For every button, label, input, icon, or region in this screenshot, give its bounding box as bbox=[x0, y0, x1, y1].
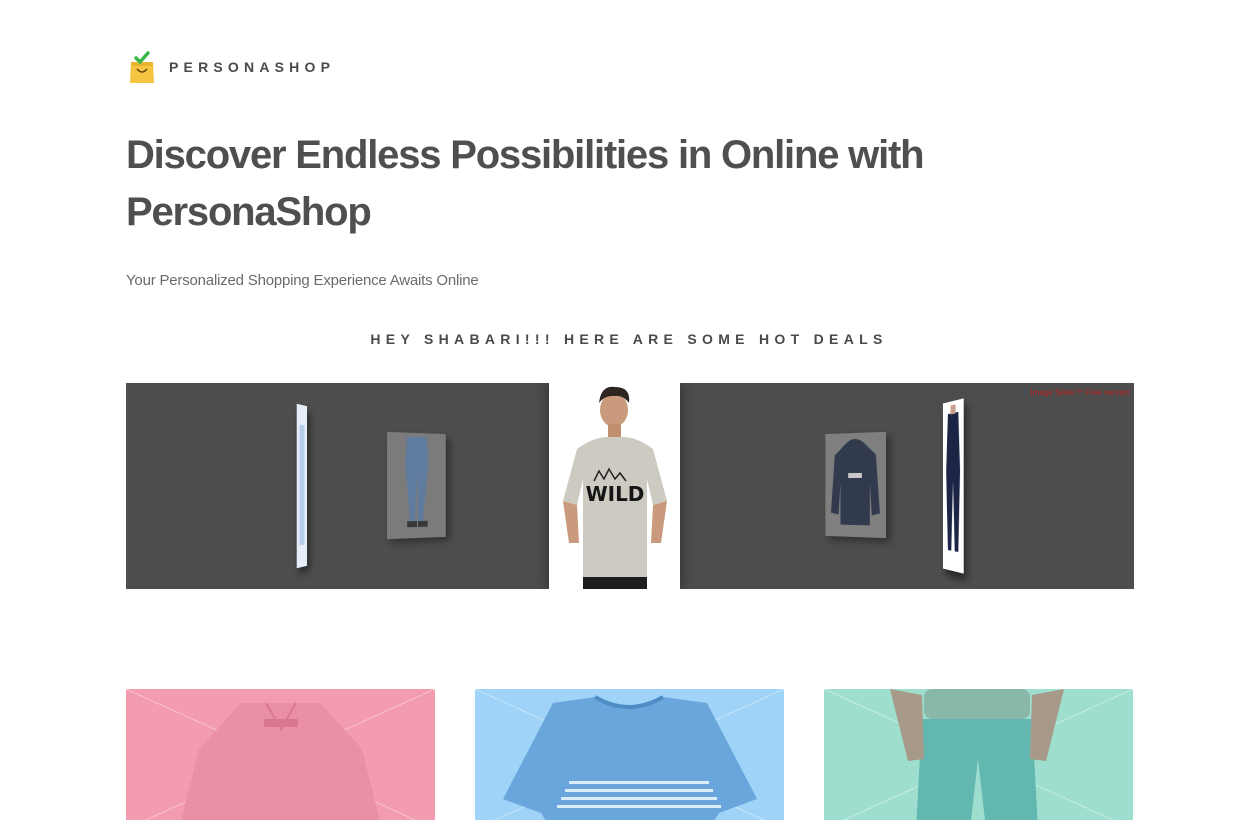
shopping-bag-check-icon bbox=[128, 50, 156, 84]
product-card-teal-jeans[interactable] bbox=[824, 689, 1133, 820]
blue-tshirt-image bbox=[475, 689, 784, 820]
page-subtitle: Your Personalized Shopping Experience Aw… bbox=[126, 272, 479, 289]
pink-shirt-image bbox=[126, 689, 435, 820]
tshirt-graphic-text: WILD bbox=[586, 482, 645, 506]
slide-blue-jeans[interactable] bbox=[387, 431, 446, 540]
deals-heading: HEY SHABARI!!! HERE ARE SOME HOT DEALS bbox=[370, 331, 888, 347]
jeans-image bbox=[387, 431, 446, 540]
page-title: Discover Endless Possibilities in Online… bbox=[126, 133, 925, 234]
outfit-image bbox=[942, 398, 964, 574]
shirt-image bbox=[296, 403, 308, 569]
slide-navy-outfit[interactable] bbox=[942, 398, 964, 574]
brand-logo[interactable]: PERSONASHOP bbox=[128, 50, 335, 84]
hot-deals-carousel[interactable]: Image Slider™ Free version WILD bbox=[126, 383, 1134, 589]
slider-watermark: Image Slider™ Free version bbox=[1030, 388, 1130, 397]
slide-wild-graphic-tshirt[interactable]: WILD bbox=[549, 383, 680, 589]
product-card-blue-striped-tshirt[interactable] bbox=[475, 689, 784, 820]
slide-blue-pattern-shirt[interactable] bbox=[296, 403, 308, 569]
page: PERSONASHOP Discover Endless Possibiliti… bbox=[0, 0, 1249, 820]
product-card-pink-shirt[interactable] bbox=[126, 689, 435, 820]
slide-navy-hoodie[interactable] bbox=[825, 431, 886, 539]
hoodie-image bbox=[825, 431, 886, 539]
brand-name: PERSONASHOP bbox=[169, 59, 336, 75]
teal-jeans-image bbox=[824, 689, 1133, 820]
tshirt-model-image: WILD bbox=[549, 383, 680, 589]
